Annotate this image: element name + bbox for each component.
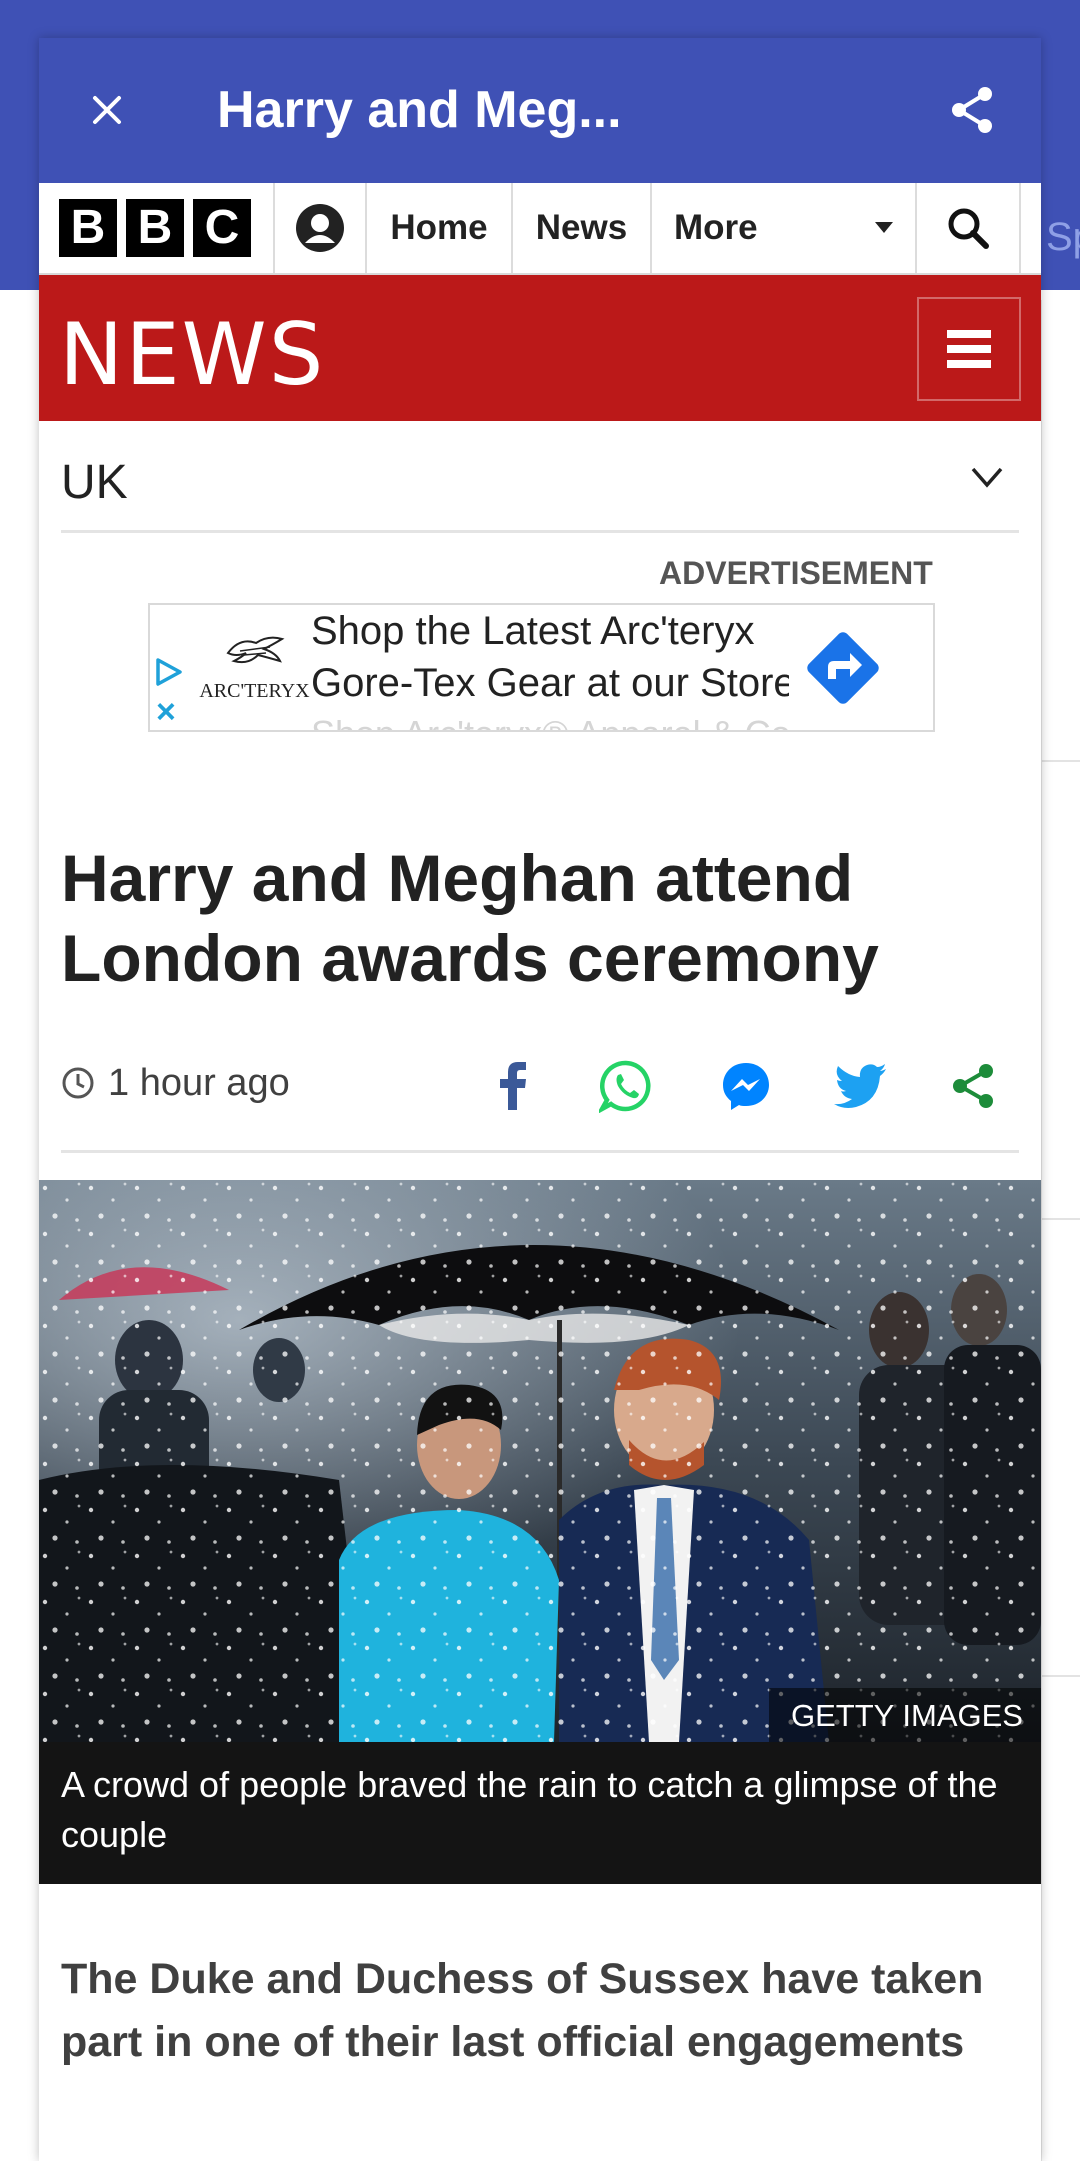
background-divider [1040, 1218, 1080, 1220]
article-popup: Harry and Meg... B B C Home News More NE… [39, 38, 1041, 2161]
clock-icon [62, 1067, 94, 1099]
account-button[interactable] [275, 183, 367, 273]
news-wordmark[interactable]: NEWS [59, 305, 325, 405]
share-icon[interactable] [946, 1058, 1002, 1114]
whatsapp-icon[interactable] [598, 1058, 654, 1114]
advertisement-banner[interactable]: × ARC'TERYX Shop the Latest Arc'teryx Go… [148, 603, 935, 732]
messenger-icon[interactable] [718, 1058, 774, 1114]
arcteryx-logo: ARC'TERYX [192, 627, 317, 717]
nav-more-dropdown[interactable]: More [652, 183, 917, 273]
article-timestamp: 1 hour ago [108, 1062, 290, 1104]
photo-illustration [39, 1180, 1041, 1742]
news-header: NEWS [39, 275, 1041, 421]
directions-arrow-icon[interactable] [798, 623, 888, 713]
nav-home-link[interactable]: Home [367, 183, 513, 273]
bbc-logo[interactable]: B B C [39, 183, 275, 273]
hamburger-menu-icon[interactable] [917, 297, 1021, 401]
bbc-logo-letter: B [59, 199, 117, 257]
background-divider [1040, 1675, 1080, 1677]
popup-title: Harry and Meg... [217, 81, 622, 139]
bbc-logo-letter: B [126, 199, 184, 257]
background-tab-label: Sp [1046, 215, 1080, 259]
ad-line-1: Shop the Latest Arc'teryx [311, 609, 755, 653]
section-label: UK [61, 456, 128, 509]
share-icon[interactable] [945, 82, 1001, 138]
ad-line-3: Shop Arc'teryx® Apparel & Co [311, 713, 789, 730]
close-icon[interactable] [79, 82, 135, 138]
bbc-logo-letter: C [193, 199, 251, 257]
archaeopteryx-icon [226, 636, 285, 664]
nav-news-link[interactable]: News [513, 183, 652, 273]
article-meta: 1 hour ago [61, 1048, 1019, 1153]
account-icon [296, 204, 344, 252]
chevron-down-icon [971, 467, 1003, 488]
background-divider [1040, 760, 1080, 762]
nav-more-label: More [674, 208, 758, 247]
advertisement-label: ADVERTISEMENT [659, 555, 933, 591]
ad-close-icon[interactable]: × [156, 695, 176, 729]
caret-down-icon [875, 222, 893, 233]
article-intro: The Duke and Duchess of Sussex have take… [61, 1955, 984, 2066]
search-button[interactable] [917, 183, 1021, 273]
image-credit: GETTY IMAGES [769, 1688, 1041, 1742]
image-caption: A crowd of people braved the rain to cat… [39, 1742, 1041, 1884]
bbc-global-nav: B B C Home News More [39, 183, 1041, 275]
facebook-icon[interactable] [484, 1058, 540, 1114]
popup-title-bar: Harry and Meg... [39, 38, 1041, 183]
article-photo[interactable]: GETTY IMAGES [39, 1180, 1041, 1742]
article-headline: Harry and Meghan attend London awards ce… [61, 841, 879, 995]
section-selector[interactable]: UK [61, 421, 1019, 533]
search-icon [948, 208, 989, 249]
ad-brand-name: ARC'TERYX [199, 680, 310, 702]
twitter-icon[interactable] [832, 1058, 888, 1114]
adchoices-icon[interactable] [154, 657, 184, 687]
ad-line-2: Gore-Tex Gear at our Store [311, 661, 789, 705]
